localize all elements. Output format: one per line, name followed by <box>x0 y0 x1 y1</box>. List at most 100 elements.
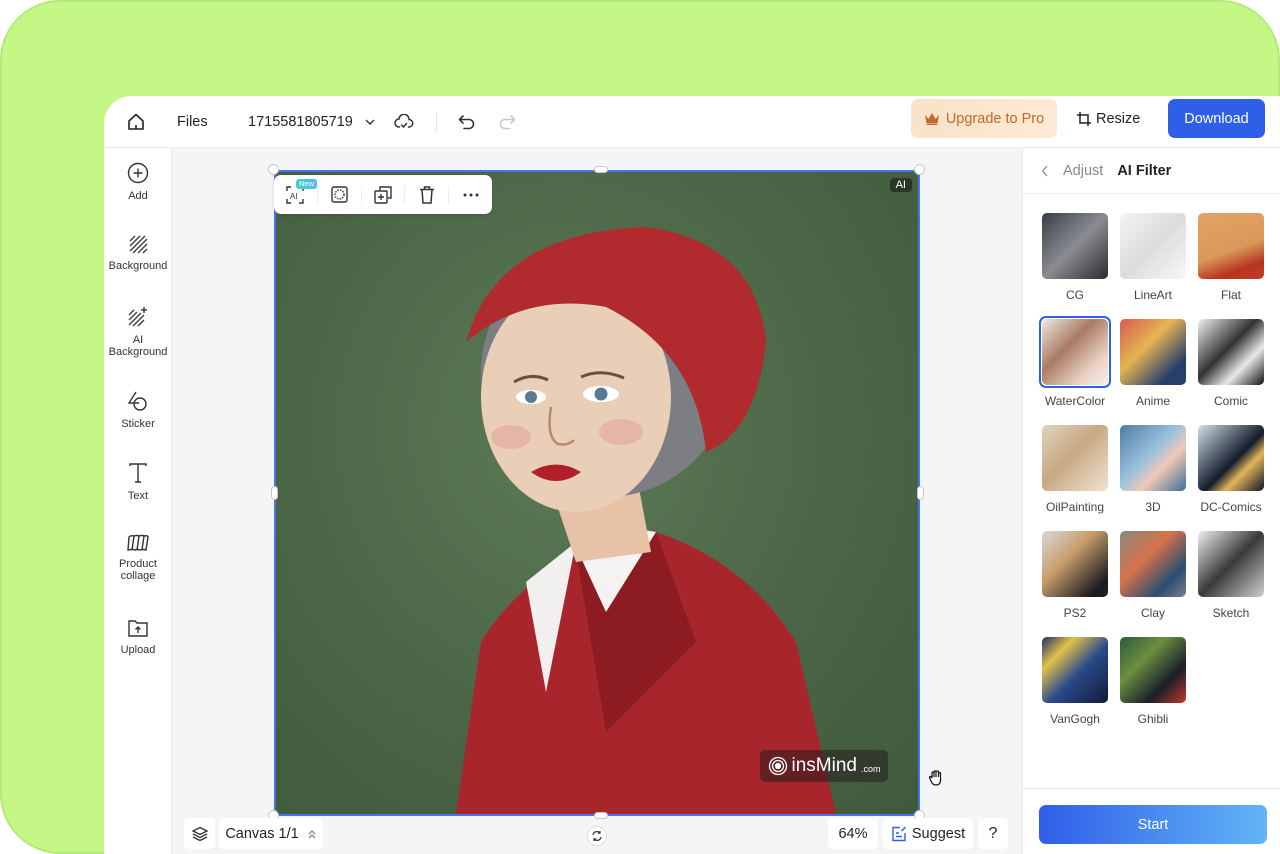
resize-handle-top-left[interactable] <box>268 164 279 175</box>
watermark: insMind .com <box>760 750 888 782</box>
insmind-logo-icon <box>768 756 787 776</box>
editor-window: Files 1715581805719 Upgrade to Pro Resiz… <box>104 96 1280 854</box>
filter-preview-image <box>1042 319 1108 385</box>
filter-option-lineart[interactable]: LineArt <box>1117 210 1189 302</box>
canvas-bottom-bar: Canvas 1/1 64% Suggest ? <box>172 814 1022 854</box>
trash-icon <box>419 185 434 204</box>
filter-option-vangogh[interactable]: VanGogh <box>1039 634 1111 726</box>
filter-name: OilPainting <box>1045 500 1105 514</box>
suggest-button[interactable]: Suggest <box>883 818 973 849</box>
filter-option-anime[interactable]: Anime <box>1117 316 1189 408</box>
sidebar-item-sticker[interactable]: Sticker <box>104 390 172 430</box>
resize-handle-right[interactable] <box>917 486 924 500</box>
zoom-level-button[interactable]: 64% <box>828 818 878 849</box>
filter-preview-image <box>1042 213 1108 279</box>
tab-ai-filter[interactable]: AI Filter <box>1117 163 1171 179</box>
ai-generated-tag: AI <box>889 178 912 192</box>
sidebar-item-background[interactable]: Background <box>104 234 172 272</box>
sidebar-item-label: AI Background <box>108 334 168 358</box>
sidebar-item-label: Text <box>127 490 149 502</box>
sidebar-item-ai-background[interactable]: AI Background <box>104 306 172 358</box>
filter-option-flat[interactable]: Flat <box>1195 210 1267 302</box>
sidebar-item-add[interactable]: Add <box>104 162 172 202</box>
upgrade-label: Upgrade to Pro <box>945 110 1045 127</box>
canvas-image[interactable]: AI insMind .com <box>274 170 920 816</box>
filter-preview-image <box>1198 425 1264 491</box>
chevron-down-icon <box>365 119 375 125</box>
redo-button[interactable] <box>498 96 516 148</box>
filter-preview-image <box>1042 637 1108 703</box>
layers-button[interactable] <box>184 818 215 849</box>
files-menu[interactable]: Files <box>177 96 208 148</box>
cloud-save-button[interactable] <box>394 96 414 148</box>
filter-option-watercolor[interactable]: WaterColor <box>1039 316 1111 408</box>
resize-handle-left[interactable] <box>271 486 278 500</box>
plus-circle-icon <box>127 162 149 184</box>
filter-option-comic[interactable]: Comic <box>1195 316 1267 408</box>
undo-button[interactable] <box>458 96 476 148</box>
filter-option-3d[interactable]: 3D <box>1117 422 1189 514</box>
filter-name: CG <box>1066 288 1084 302</box>
filter-thumbnail <box>1039 634 1111 706</box>
filter-name: Comic <box>1213 394 1248 408</box>
watermark-brand: insMind <box>791 755 857 776</box>
upgrade-to-pro-button[interactable]: Upgrade to Pro <box>911 99 1057 138</box>
filter-preview-image <box>1120 425 1186 491</box>
download-button[interactable]: Download <box>1168 99 1265 138</box>
sidebar-item-upload[interactable]: Upload <box>104 618 172 656</box>
sidebar-item-product-collage[interactable]: Product collage <box>104 534 172 582</box>
back-button[interactable] <box>1041 165 1049 177</box>
ai-tools-button[interactable]: AI New <box>274 175 318 214</box>
filter-preview-image <box>1042 531 1108 597</box>
more-options-button[interactable] <box>449 175 492 214</box>
rotate-icon <box>592 831 602 841</box>
remove-background-button[interactable] <box>318 175 361 214</box>
filter-name: VanGogh <box>1050 712 1100 726</box>
file-name-dropdown[interactable]: 1715581805719 <box>248 96 375 148</box>
filter-grid: CG LineArt Flat WaterColor Anime Comic OilPain… <box>1037 210 1273 726</box>
filter-option-sketch[interactable]: Sketch <box>1195 528 1267 620</box>
resize-handle-top[interactable] <box>594 166 608 173</box>
filter-thumbnail <box>1117 528 1189 600</box>
panel-footer: Start <box>1023 788 1280 854</box>
panel-header: Adjust AI Filter <box>1023 148 1280 194</box>
filter-thumbnail <box>1039 316 1111 388</box>
filter-name: Ghibli <box>1137 712 1169 726</box>
suggest-edit-icon <box>892 826 906 841</box>
canvas-pages-button[interactable]: Canvas 1/1 <box>219 818 323 849</box>
filter-option-dc-comics[interactable]: DC-Comics <box>1195 422 1267 514</box>
suggest-label: Suggest <box>911 825 966 842</box>
watermark-suffix: .com <box>860 764 881 774</box>
filter-thumbnail <box>1195 528 1267 600</box>
filter-option-oilpainting[interactable]: OilPainting <box>1039 422 1111 514</box>
filter-option-clay[interactable]: Clay <box>1117 528 1189 620</box>
filter-option-ghibli[interactable]: Ghibli <box>1117 634 1189 726</box>
collage-icon <box>127 534 149 551</box>
filter-preview-image <box>1198 531 1264 597</box>
text-icon <box>129 463 147 483</box>
filter-option-ps2[interactable]: PS2 <box>1039 528 1111 620</box>
svg-text:AI: AI <box>290 192 298 201</box>
resize-handle-top-right[interactable] <box>914 164 925 175</box>
filter-thumbnail <box>1195 316 1267 388</box>
resize-button[interactable]: Resize <box>1076 99 1140 138</box>
rotate-button[interactable] <box>587 826 607 846</box>
help-button[interactable]: ? <box>978 818 1008 849</box>
filter-name: DC-Comics <box>1200 500 1262 514</box>
chevron-left-icon <box>1041 165 1048 176</box>
filter-name: Anime <box>1135 394 1170 408</box>
canvas-label: Canvas 1/1 <box>225 825 299 842</box>
floating-toolbar: AI New <box>274 175 492 214</box>
canvas-area[interactable]: AI insMind .com AI New Canvas 1/1 64% Su… <box>172 148 1022 854</box>
sidebar-item-label: Upload <box>120 644 156 656</box>
home-button[interactable] <box>126 96 146 148</box>
tab-adjust[interactable]: Adjust <box>1063 163 1103 179</box>
filter-thumbnail <box>1117 634 1189 706</box>
delete-button[interactable] <box>405 175 448 214</box>
sidebar-item-text[interactable]: Text <box>104 462 172 502</box>
start-button[interactable]: Start <box>1039 805 1267 844</box>
filter-option-cg[interactable]: CG <box>1039 210 1111 302</box>
upload-folder-icon <box>128 620 148 637</box>
duplicate-button[interactable] <box>362 175 405 214</box>
filter-preview-image <box>1120 319 1186 385</box>
